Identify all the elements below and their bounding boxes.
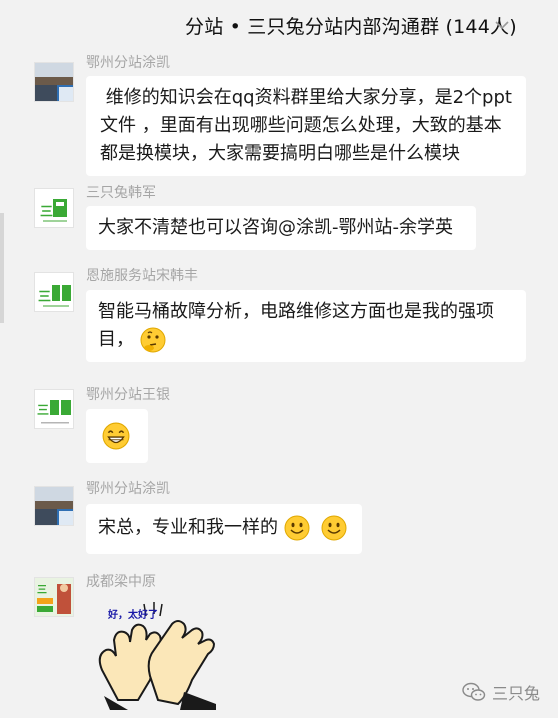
message-bubble[interactable]: 维修的知识会在qq资料群里给大家分享，是2个ppt文件 ，里面有出现哪些问题怎么… — [86, 76, 526, 176]
watermark-label: 三只兔 — [491, 684, 540, 703]
smile-emoji-icon — [284, 515, 310, 541]
thinking-emoji-icon — [140, 327, 166, 353]
avatar[interactable]: 三 — [34, 188, 74, 228]
avatar[interactable]: 三 — [34, 389, 74, 429]
smile-emoji-icon — [321, 515, 347, 541]
svg-text:三: 三 — [38, 290, 51, 305]
avatar[interactable]: 三 — [34, 272, 74, 312]
avatar[interactable]: 三 — [34, 577, 74, 617]
svg-text:三: 三 — [40, 205, 53, 220]
svg-text:三: 三 — [37, 584, 47, 596]
photo-avatar-icon — [35, 63, 73, 101]
chat-header: 分站 • 三只兔分站内部沟通群 (144人) — [0, 0, 558, 50]
sender-name: 成都梁中原 — [86, 574, 156, 590]
svg-text:三: 三 — [37, 403, 49, 417]
sender-name: 鄂州分站王银 — [86, 387, 170, 403]
photo-avatar-icon — [35, 487, 73, 525]
message-bubble[interactable]: 宋总，专业和我一样的 — [86, 504, 362, 554]
scrollbar[interactable] — [0, 213, 4, 323]
sanzhitu-logo-icon: 三 — [35, 390, 73, 428]
sender-name: 三只兔韩军 — [86, 185, 156, 201]
wechat-icon — [462, 682, 486, 701]
sanzhitu-logo-icon: 三 — [35, 189, 73, 227]
group-title[interactable]: 分站 • 三只兔分站内部沟通群 (144人) — [185, 16, 517, 38]
watermark: 三只兔 — [462, 680, 540, 704]
message-bubble[interactable]: 大家不清楚也可以咨询@涂凯-鄂州站-余学英 — [86, 206, 476, 250]
message-text: 宋总，专业和我一样的 — [98, 517, 278, 538]
chevron-down-icon[interactable] — [492, 15, 512, 35]
message-text: 维修的知识会在qq资料群里给大家分享，是2个ppt文件 ，里面有出现哪些问题怎么… — [100, 87, 512, 164]
sanzhitu-logo-icon: 三 — [35, 578, 73, 616]
sender-name: 鄂州分站涂凯 — [86, 55, 170, 71]
avatar[interactable] — [34, 486, 74, 526]
message-text: 大家不清楚也可以咨询@涂凯-鄂州站-余学英 — [98, 217, 453, 238]
message-bubble[interactable]: 智能马桶故障分析，电路维修这方面也是我的强项目， — [86, 290, 526, 362]
sanzhitu-logo-icon: 三 — [35, 273, 73, 311]
sender-name: 鄂州分站涂凯 — [86, 481, 170, 497]
avatar[interactable] — [34, 62, 74, 102]
message-bubble[interactable] — [86, 409, 148, 463]
sticker-caption: 好，太好了 — [108, 610, 158, 621]
sender-name: 恩施服务站宋韩丰 — [86, 268, 198, 284]
grin-emoji-icon — [102, 422, 130, 450]
